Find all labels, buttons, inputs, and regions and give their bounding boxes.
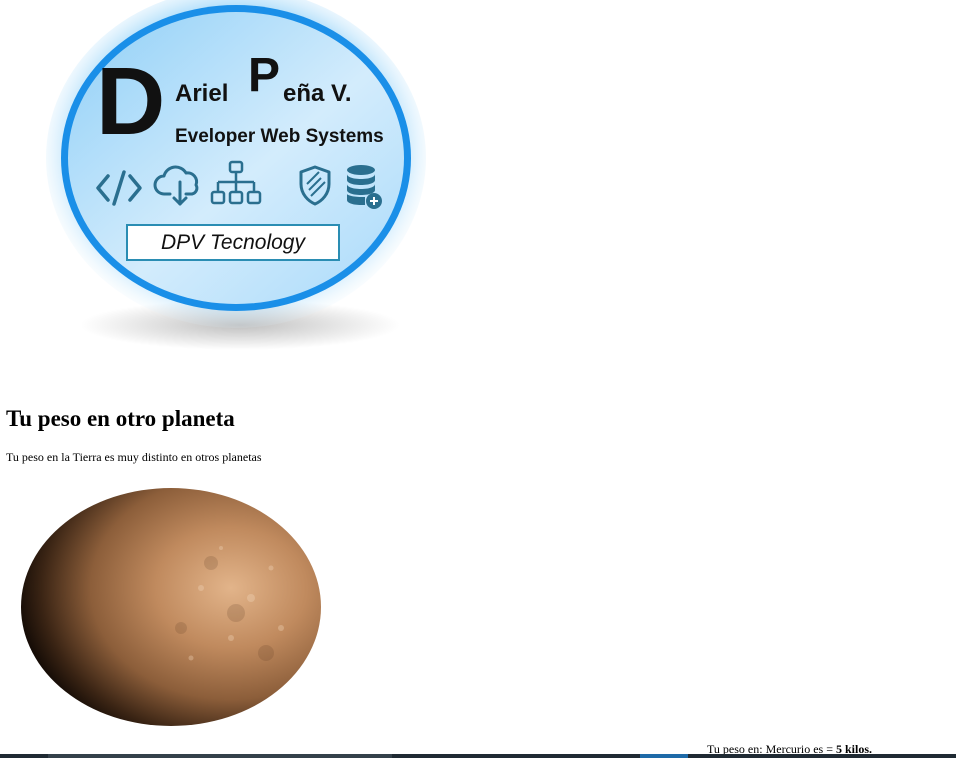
logo-brand-label: DPV Tecnology: [126, 224, 340, 261]
logo-name-last: eña V.: [283, 80, 352, 107]
taskbar-segment-active: [640, 754, 688, 758]
logo-letter-p: P: [248, 49, 281, 102]
planet-image-mercurio: [21, 488, 321, 726]
page-subtitle: Tu peso en la Tierra es muy distinto en …: [6, 450, 262, 464]
logo: D Ariel P eña V. Eveloper Web Systems DP…: [40, 0, 460, 360]
sitemap-icon: [210, 160, 262, 205]
database-add-icon: [347, 165, 382, 209]
page-title: Tu peso en otro planeta: [6, 406, 235, 431]
code-icon: [96, 170, 142, 206]
taskbar-strip: [0, 754, 956, 758]
shield-icon: [299, 165, 331, 206]
logo-letter-d: D: [96, 48, 166, 155]
logo-icon-row: [96, 160, 386, 214]
cloud-download-icon: [153, 165, 199, 206]
logo-tagline: Eveloper Web Systems: [175, 126, 384, 147]
logo-name-first: Ariel: [175, 80, 229, 107]
taskbar-segment: [48, 754, 392, 758]
